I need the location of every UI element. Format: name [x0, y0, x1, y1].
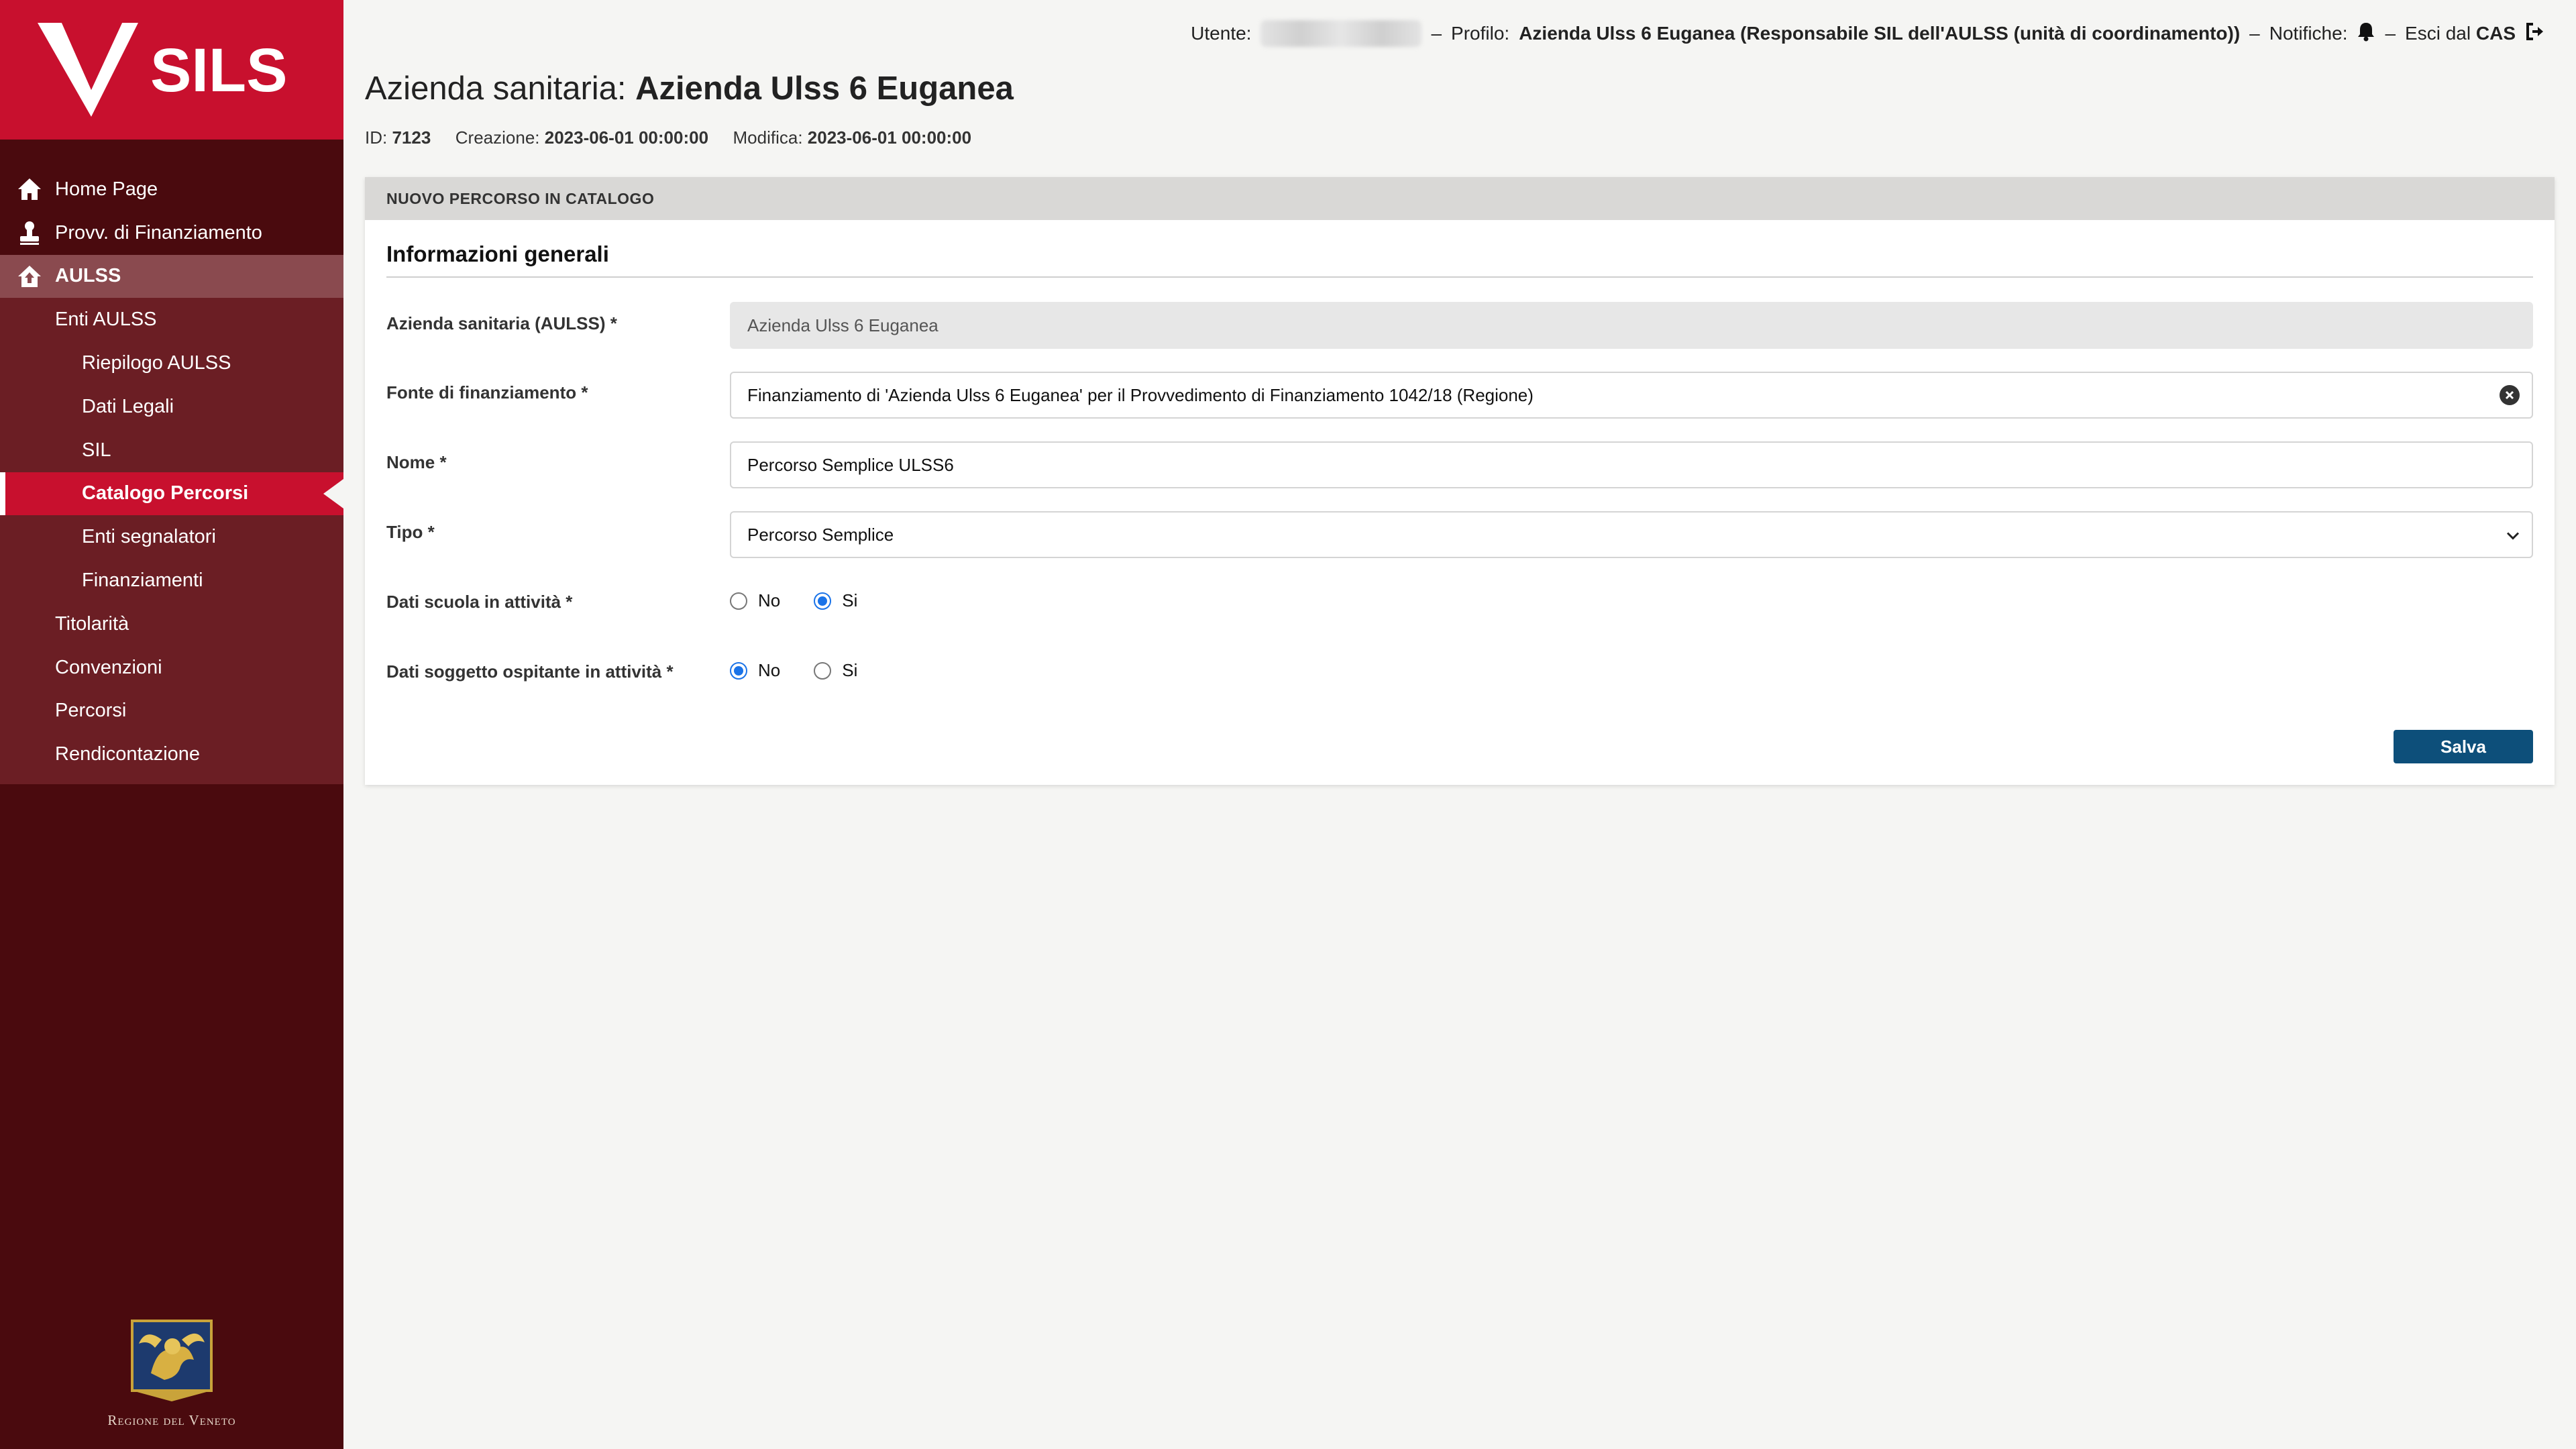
- section-divider: [386, 276, 2533, 278]
- topbar-separator: –: [2385, 23, 2396, 44]
- fonte-select[interactable]: Finanziamento di 'Azienda Ulss 6 Euganea…: [730, 372, 2533, 419]
- regione-veneto-label: Regione del Veneto: [107, 1412, 236, 1428]
- sidebar-item-label: Titolarità: [55, 612, 129, 635]
- user-name-redacted: [1260, 20, 1422, 47]
- notifications-label: Notifiche:: [2269, 23, 2348, 44]
- sidebar-item-catalogo-percorsi[interactable]: Catalogo Percorsi: [0, 472, 343, 516]
- chevron-down-icon: [2506, 525, 2520, 545]
- lion-emblem-icon: [131, 1320, 213, 1401]
- nome-input[interactable]: Percorso Semplice ULSS6: [730, 441, 2533, 488]
- radio-button-checked[interactable]: [814, 592, 832, 610]
- radio-button-checked[interactable]: [730, 661, 747, 680]
- logout-icon[interactable]: [2525, 22, 2545, 46]
- regione-veneto-logo[interactable]: Regione del Veneto: [0, 1320, 343, 1429]
- sidebar-item-titolarita[interactable]: Titolarità: [0, 602, 343, 646]
- topbar-separator: –: [2249, 23, 2260, 44]
- sidebar-item-label: Enti AULSS: [55, 309, 157, 331]
- sidebar-item-label: Provv. di Finanziamento: [55, 221, 262, 244]
- clear-icon[interactable]: [2500, 385, 2520, 405]
- house-up-icon: [16, 263, 43, 290]
- stamp-icon: [16, 219, 43, 246]
- sidebar: SILS Home Page Provv. di Finanziamento A…: [0, 0, 343, 1449]
- sidebar-section-aulss[interactable]: AULSS: [0, 254, 343, 299]
- fonte-label: Fonte di finanziamento *: [386, 382, 588, 402]
- nome-value: Percorso Semplice ULSS6: [747, 454, 954, 475]
- ospitante-label: Dati soggetto ospitante in attività *: [386, 661, 674, 682]
- sidebar-item-label: Percorsi: [55, 700, 127, 722]
- topbar-separator: –: [1431, 23, 1442, 44]
- sidebar-item-enti-segnalatori[interactable]: Enti segnalatori: [0, 515, 343, 559]
- sidebar-item-label: Finanziamenti: [82, 570, 203, 592]
- record-meta: ID: 7123 Creazione: 2023-06-01 00:00:00 …: [365, 127, 971, 148]
- logout-link[interactable]: Esci dal CAS: [2405, 23, 2516, 44]
- profile-value[interactable]: Azienda Ulss 6 Euganea (Responsabile SIL…: [1519, 23, 2240, 44]
- sils-logo-icon: SILS: [38, 23, 287, 117]
- sidebar-item-dati-legali[interactable]: Dati Legali: [0, 385, 343, 429]
- fonte-value: Finanziamento di 'Azienda Ulss 6 Euganea…: [747, 384, 1534, 405]
- tipo-label: Tipo *: [386, 522, 435, 542]
- section-title: Informazioni generali: [386, 241, 609, 266]
- sidebar-item-convenzioni[interactable]: Convenzioni: [0, 646, 343, 690]
- ospitante-radio-group: No Si: [730, 660, 891, 681]
- user-label: Utente:: [1191, 23, 1252, 44]
- scuola-radio-group: No Si: [730, 590, 891, 611]
- id-label: ID:: [365, 127, 388, 148]
- azienda-field: Azienda Ulss 6 Euganea: [730, 302, 2533, 349]
- sidebar-item-label: Home Page: [55, 178, 158, 200]
- sidebar-item-label: SIL: [82, 439, 111, 461]
- sidebar-item-provv-finanziamento[interactable]: Provv. di Finanziamento: [0, 211, 343, 255]
- sils-logo[interactable]: SILS: [0, 0, 343, 140]
- sidebar-item-home[interactable]: Home Page: [0, 168, 343, 211]
- page-title-value: Azienda Ulss 6 Euganea: [635, 70, 1014, 107]
- ospitante-option-si-label: Si: [842, 660, 858, 680]
- modified-label: Modifica:: [733, 127, 803, 148]
- sidebar-item-finanziamenti[interactable]: Finanziamenti: [0, 559, 343, 602]
- scuola-option-si-label: Si: [842, 590, 858, 610]
- sidebar-item-percorsi[interactable]: Percorsi: [0, 690, 343, 733]
- logout-label: Esci dal: [2405, 23, 2471, 44]
- ospitante-option-si[interactable]: Si: [814, 660, 857, 681]
- sidebar-item-riepilogo-aulss[interactable]: Riepilogo AULSS: [0, 341, 343, 385]
- radio-button[interactable]: [814, 661, 832, 680]
- sidebar-item-label: Catalogo Percorsi: [82, 482, 249, 504]
- modified-value: 2023-06-01 00:00:00: [807, 127, 972, 148]
- radio-button[interactable]: [730, 592, 747, 610]
- page-title: Azienda sanitaria: Azienda Ulss 6 Eugane…: [365, 70, 1014, 107]
- sidebar-item-label: Convenzioni: [55, 656, 162, 678]
- tipo-select[interactable]: Percorso Semplice: [730, 511, 2533, 558]
- ospitante-option-no-label: No: [758, 660, 781, 680]
- page-title-prefix: Azienda sanitaria:: [365, 70, 627, 107]
- sidebar-item-label: Rendicontazione: [55, 743, 201, 765]
- ospitante-option-no[interactable]: No: [730, 660, 780, 681]
- sidebar-item-enti-aulss[interactable]: Enti AULSS: [0, 298, 343, 341]
- scuola-option-si[interactable]: Si: [814, 590, 857, 611]
- created-label: Creazione:: [455, 127, 540, 148]
- save-button[interactable]: Salva: [2394, 730, 2533, 763]
- azienda-label: Azienda sanitaria (AULSS) *: [386, 313, 617, 333]
- sidebar-item-rendicontazione[interactable]: Rendicontazione: [0, 733, 343, 776]
- nome-label: Nome *: [386, 452, 447, 472]
- logout-value: CAS: [2475, 23, 2516, 44]
- bell-icon[interactable]: [2357, 21, 2375, 46]
- home-icon: [16, 176, 43, 203]
- card-heading: NUOVO PERCORSO IN CATALOGO: [365, 177, 2555, 220]
- scuola-option-no-label: No: [758, 590, 781, 610]
- svg-text:SILS: SILS: [150, 36, 287, 105]
- sidebar-section-label: AULSS: [55, 265, 121, 287]
- scuola-option-no[interactable]: No: [730, 590, 780, 611]
- created-value: 2023-06-01 00:00:00: [544, 127, 709, 148]
- new-course-card: NUOVO PERCORSO IN CATALOGO Informazioni …: [365, 177, 2555, 785]
- scuola-label: Dati scuola in attività *: [386, 592, 573, 612]
- sidebar-item-sil[interactable]: SIL: [0, 429, 343, 472]
- azienda-value: Azienda Ulss 6 Euganea: [747, 315, 938, 335]
- id-value: 7123: [392, 127, 431, 148]
- tipo-value: Percorso Semplice: [747, 524, 894, 545]
- topbar: Utente: – Profilo: Azienda Ulss 6 Eugane…: [1191, 20, 2545, 47]
- sidebar-item-label: Dati Legali: [82, 395, 174, 417]
- sidebar-item-label: Enti segnalatori: [82, 526, 216, 548]
- sidebar-item-label: Riepilogo AULSS: [82, 352, 231, 374]
- profile-label: Profilo:: [1451, 23, 1510, 44]
